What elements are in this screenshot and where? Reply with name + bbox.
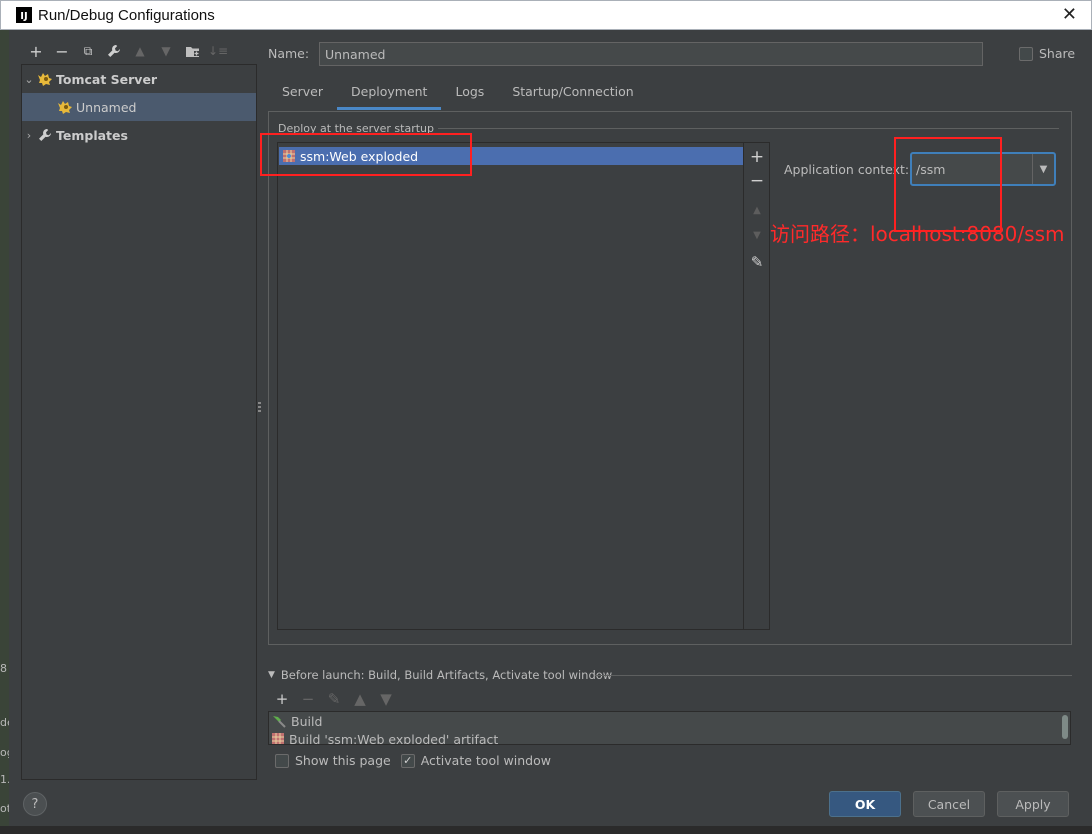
tab-bar: Server Deployment Logs Startup/Connectio… (268, 78, 648, 110)
application-context-label: Application context: (784, 162, 910, 177)
tree-item-templates[interactable]: › Templates (22, 121, 256, 149)
list-item[interactable]: Build (269, 712, 1070, 730)
move-down-icon[interactable]: ▼ (744, 230, 770, 241)
collapse-triangle-icon[interactable]: ▼ (268, 670, 275, 680)
checkbox-icon[interactable] (1019, 46, 1033, 61)
before-launch-header[interactable]: ▼ Before launch: Build, Build Artifacts,… (268, 668, 612, 682)
tree-item-label: Tomcat Server (56, 71, 158, 87)
background-fragment: 8 (0, 662, 7, 675)
wrench-icon (36, 127, 54, 143)
wrench-icon[interactable] (101, 40, 127, 62)
add-artifact-button[interactable]: + (744, 147, 770, 167)
sort-icon[interactable]: ↓≡ (205, 40, 231, 62)
checkmark-icon[interactable]: ✓ (400, 753, 415, 768)
tab-startup-connection[interactable]: Startup/Connection (498, 78, 647, 110)
chevron-down-icon[interactable]: ⌄ (22, 73, 36, 86)
intellij-logo-icon: IJ (16, 7, 32, 23)
copy-config-icon[interactable]: ⧉ (75, 40, 101, 62)
artifact-icon (271, 732, 285, 744)
tree-item-tomcat-server[interactable]: ⌄ Tomcat Server (22, 65, 256, 93)
deployment-panel: Deploy at the server startup ssm:Web exp… (268, 111, 1072, 645)
before-launch-label: Before launch: Build, Build Artifacts, A… (280, 668, 613, 682)
share-label: Share (1039, 46, 1076, 61)
tomcat-icon (36, 71, 54, 87)
folder-icon[interactable] (179, 40, 205, 62)
section-divider (595, 675, 1072, 676)
tree-item-label: Unnamed (76, 99, 137, 115)
splitter-handle[interactable] (258, 402, 262, 418)
edit-pencil-icon[interactable]: ✎ (744, 253, 770, 271)
move-up-icon[interactable]: ▲ (127, 40, 153, 62)
artifact-label: ssm:Web exploded (300, 148, 419, 164)
name-field[interactable] (319, 42, 983, 66)
chevron-right-icon[interactable]: › (22, 129, 36, 142)
move-up-icon[interactable]: ▲ (349, 688, 371, 710)
edit-pencil-icon[interactable]: ✎ (323, 688, 345, 710)
move-down-icon[interactable]: ▼ (153, 40, 179, 62)
before-launch-toolbar: + − ✎ ▲ ▼ (271, 688, 397, 710)
title-bar: IJ Run/Debug Configurations ✕ (0, 0, 1092, 30)
deploy-section-title: Deploy at the server startup (278, 122, 439, 135)
artifact-list[interactable]: ssm:Web exploded (277, 142, 744, 630)
checkbox-icon[interactable] (275, 753, 289, 768)
hammer-icon (271, 714, 287, 728)
annotation-text: 访问路径：localhost:8080/ssm (770, 222, 1065, 246)
task-label: Build 'ssm:Web exploded' artifact (289, 731, 499, 745)
tomcat-icon (56, 99, 74, 115)
before-launch-list[interactable]: Build Build 'ssm:Web exploded' artifact (268, 711, 1071, 745)
list-item[interactable]: ssm:Web exploded (279, 147, 743, 165)
add-task-button[interactable]: + (271, 688, 293, 710)
scrollbar[interactable] (1062, 715, 1068, 739)
list-item[interactable]: Build 'ssm:Web exploded' artifact (269, 730, 1070, 745)
cancel-button[interactable]: Cancel (913, 791, 985, 817)
close-icon[interactable]: ✕ (1062, 4, 1077, 25)
tab-server[interactable]: Server (268, 78, 337, 110)
help-button[interactable]: ? (23, 792, 47, 816)
apply-button[interactable]: Apply (997, 791, 1069, 817)
application-context-combo[interactable]: ▼ (910, 152, 1056, 186)
chevron-down-icon[interactable]: ▼ (1032, 154, 1054, 184)
name-label: Name: (268, 46, 310, 61)
launch-options: Show this page ✓ Activate tool window (275, 753, 553, 768)
share-checkbox[interactable]: Share (1019, 46, 1075, 61)
show-page-label: Show this page (295, 753, 391, 768)
config-toolbar: + − ⧉ ▲ ▼ ↓≡ (23, 40, 231, 62)
remove-config-button[interactable]: − (49, 40, 75, 62)
section-divider (424, 128, 1059, 129)
move-up-icon[interactable]: ▲ (744, 205, 770, 216)
show-page-checkbox[interactable]: Show this page (275, 753, 391, 768)
dialog-body: + − ⧉ ▲ ▼ ↓≡ ⌄ Tomcat Server Unnamed › T… (9, 30, 1092, 826)
activate-tool-label: Activate tool window (420, 753, 551, 768)
tree-item-label: Templates (56, 127, 128, 143)
remove-task-button[interactable]: − (297, 688, 319, 710)
artifact-list-toolbar: + − ▲ ▼ ✎ (744, 142, 770, 630)
background-ide-bottom (0, 826, 1092, 834)
window-title: Run/Debug Configurations (38, 6, 215, 24)
move-down-icon[interactable]: ▼ (375, 688, 397, 710)
artifact-icon (282, 149, 296, 163)
remove-artifact-button[interactable]: − (744, 171, 770, 191)
tab-logs[interactable]: Logs (441, 78, 498, 110)
ok-button[interactable]: OK (829, 791, 901, 817)
config-tree: ⌄ Tomcat Server Unnamed › Templates (21, 64, 257, 780)
task-label: Build (291, 713, 323, 729)
add-config-button[interactable]: + (23, 40, 49, 62)
tab-deployment[interactable]: Deployment (337, 78, 442, 110)
tree-item-unnamed[interactable]: Unnamed (22, 93, 256, 121)
activate-tool-window-checkbox[interactable]: ✓ Activate tool window (400, 753, 551, 768)
application-context-input[interactable] (912, 155, 1032, 183)
background-ide-strip: 8 de og 1. ot (0, 30, 14, 834)
